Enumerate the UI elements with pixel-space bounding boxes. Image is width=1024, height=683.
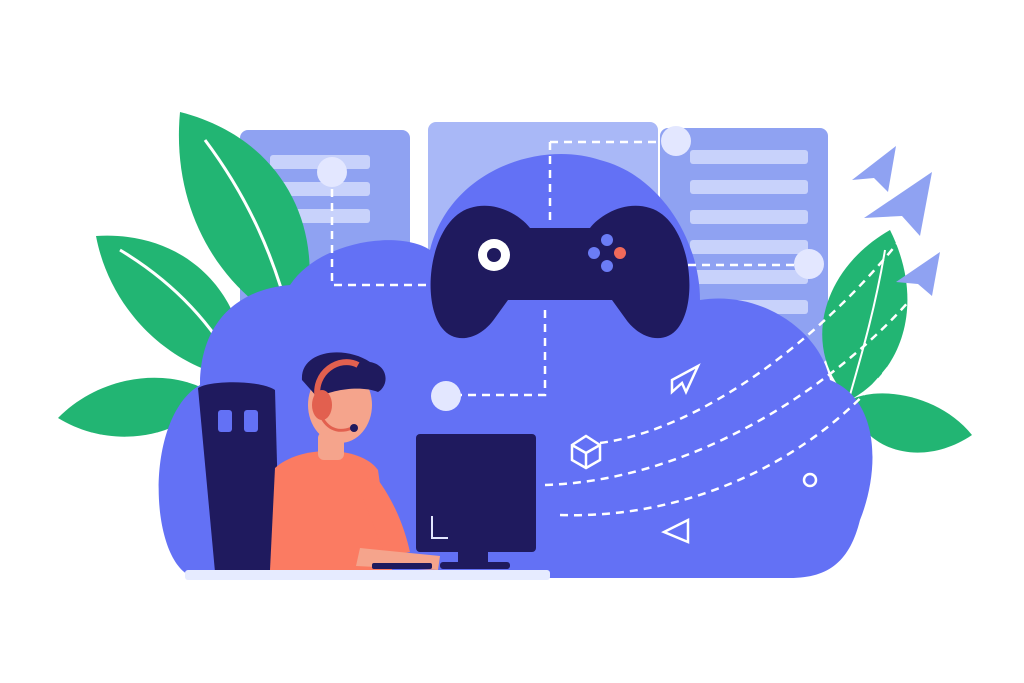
controller-button [601, 260, 613, 272]
chair-headrest-slot [218, 410, 232, 432]
controller-button [601, 234, 613, 246]
monitor-base [440, 562, 510, 569]
controller-button [588, 247, 600, 259]
paper-plane-icon [852, 146, 896, 192]
server-row [690, 150, 808, 164]
network-node [661, 126, 691, 156]
paper-plane-icon [864, 172, 932, 236]
cloud-gaming-scene [58, 112, 972, 580]
network-node [317, 157, 347, 187]
desk [185, 570, 550, 580]
server-row [690, 210, 808, 224]
server-row [690, 180, 808, 194]
server-row [690, 240, 808, 254]
headset-ear-cup [312, 390, 332, 420]
network-node [794, 249, 824, 279]
headset-mic-tip [350, 424, 358, 432]
monitor-screen [416, 434, 536, 552]
controller-button [614, 247, 626, 259]
server-row [690, 270, 808, 284]
chair-headrest-slot [244, 410, 258, 432]
keyboard [372, 563, 432, 569]
logo-icon-inner [487, 248, 501, 262]
network-node [431, 381, 461, 411]
